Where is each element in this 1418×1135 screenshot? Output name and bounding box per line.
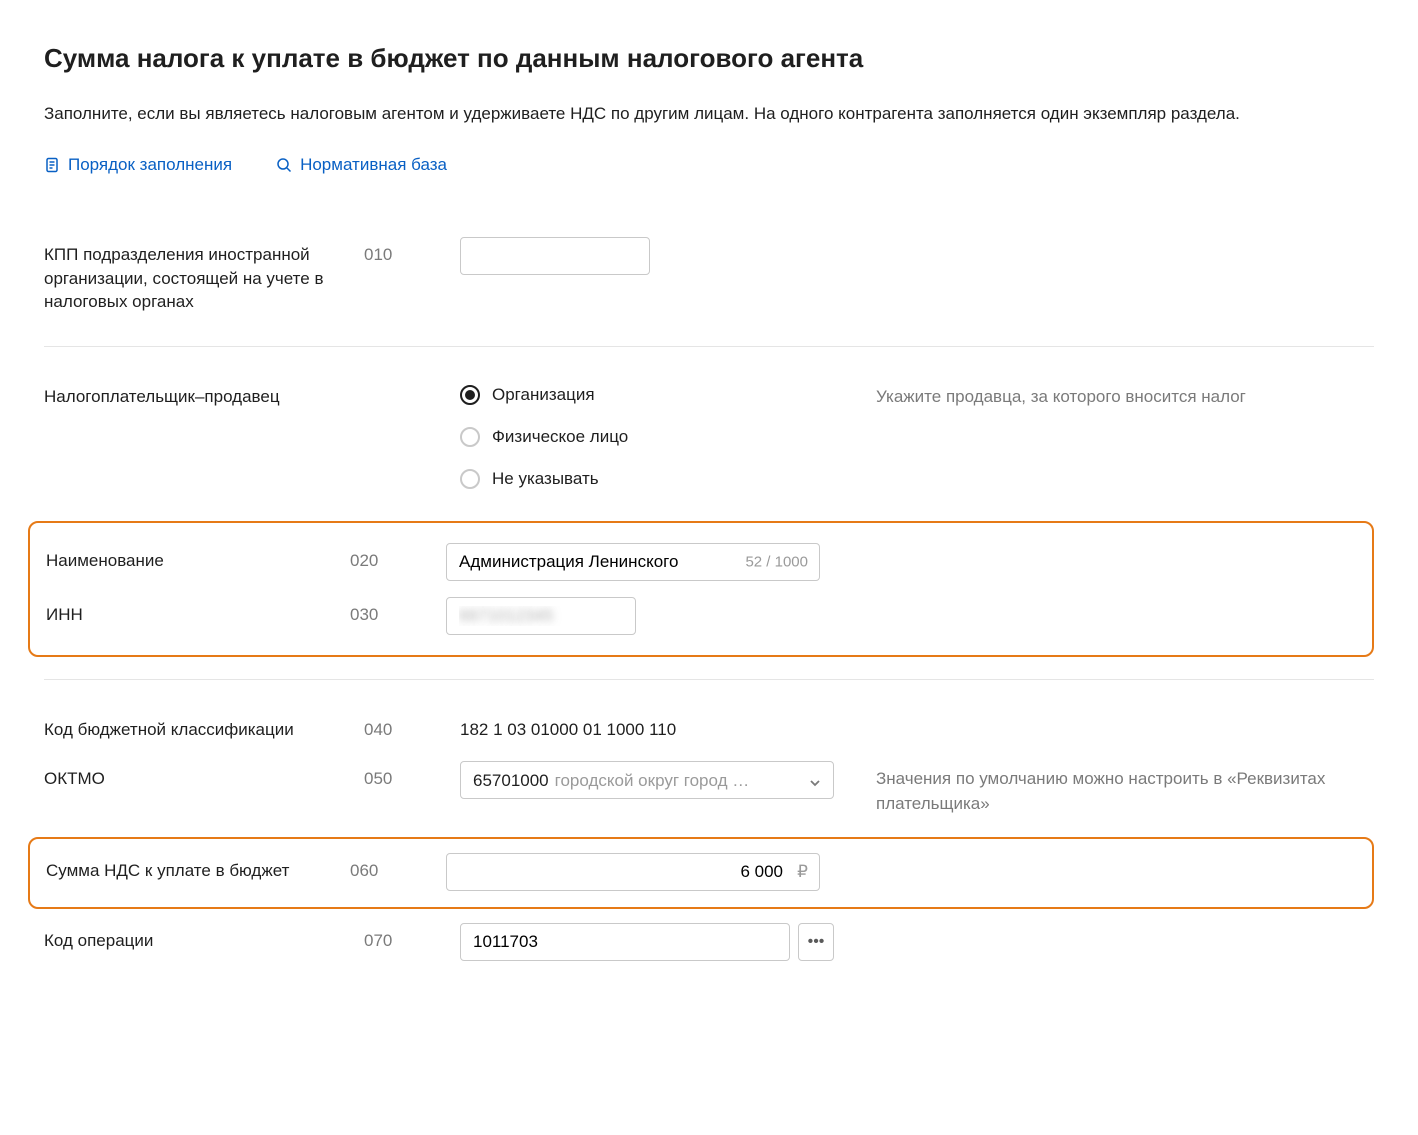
- inn-code: 030: [350, 597, 446, 627]
- radio-organization[interactable]: Организация: [460, 383, 834, 407]
- radio-indicator-icon: [460, 469, 480, 489]
- divider: [44, 679, 1374, 680]
- name-label: Наименование: [46, 543, 350, 573]
- radio-none[interactable]: Не указывать: [460, 467, 834, 491]
- radio-person-label: Физическое лицо: [492, 425, 628, 449]
- op-code-label: Код операции: [44, 923, 364, 953]
- radio-organization-label: Организация: [492, 383, 595, 407]
- search-icon: [276, 157, 292, 173]
- oktmo-row: ОКТМО 050 65701000 городской округ город…: [44, 751, 1374, 826]
- kpp-code: 010: [364, 237, 460, 267]
- oktmo-selected-code: 65701000: [473, 769, 549, 793]
- op-code-picker-button[interactable]: •••: [798, 923, 834, 961]
- oktmo-code: 050: [364, 761, 460, 791]
- radio-person[interactable]: Физическое лицо: [460, 425, 834, 449]
- op-code-row: Код операции 070 •••: [44, 913, 1374, 971]
- op-code-input[interactable]: [460, 923, 790, 961]
- kpp-label: КПП подразделения иностранной организаци…: [44, 237, 364, 314]
- chevron-down-icon: [808, 773, 822, 787]
- kpp-input[interactable]: [460, 237, 650, 275]
- oktmo-hint: Значения по умолчанию можно настроить в …: [834, 761, 1374, 816]
- oktmo-select[interactable]: 65701000 городской округ город …: [460, 761, 834, 799]
- oktmo-label: ОКТМО: [44, 761, 364, 791]
- nds-sum-row: Сумма НДС к уплате в бюджет 060 ₽: [46, 851, 1356, 895]
- kbk-row: Код бюджетной классификации 040 182 1 03…: [44, 702, 1374, 752]
- legal-base-label: Нормативная база: [300, 153, 447, 177]
- seller-type-row: Налогоплательщик–продавец Организация Фи…: [44, 369, 1374, 500]
- name-input[interactable]: [446, 543, 820, 581]
- seller-type-label: Налогоплательщик–продавец: [44, 379, 364, 409]
- kbk-value: 182 1 03 01000 01 1000 110: [460, 712, 834, 742]
- nds-sum-code: 060: [350, 853, 446, 883]
- name-code: 020: [350, 543, 446, 573]
- document-icon: [44, 157, 60, 173]
- radio-indicator-icon: [460, 385, 480, 405]
- kbk-code: 040: [364, 712, 460, 742]
- inn-label: ИНН: [46, 597, 350, 627]
- inn-row: ИНН 030: [46, 589, 1356, 643]
- name-row: Наименование 020 52 / 1000: [46, 535, 1356, 589]
- page-title: Сумма налога к уплате в бюджет по данным…: [44, 40, 1374, 76]
- kpp-row: КПП подразделения иностранной организаци…: [44, 227, 1374, 324]
- seller-details-group: Наименование 020 52 / 1000 ИНН 030: [28, 521, 1374, 657]
- fill-order-link[interactable]: Порядок заполнения: [44, 153, 232, 177]
- nds-sum-group: Сумма НДС к уплате в бюджет 060 ₽: [28, 837, 1374, 909]
- kbk-label: Код бюджетной классификации: [44, 712, 364, 742]
- page-description: Заполните, если вы являетесь налоговым а…: [44, 102, 1374, 127]
- ellipsis-icon: •••: [808, 933, 825, 951]
- inn-input[interactable]: [446, 597, 636, 635]
- radio-none-label: Не указывать: [492, 467, 599, 491]
- nds-sum-input[interactable]: [446, 853, 820, 891]
- op-code-code: 070: [364, 923, 460, 953]
- oktmo-selected-name: городской округ город …: [555, 769, 750, 793]
- radio-indicator-icon: [460, 427, 480, 447]
- nds-sum-label: Сумма НДС к уплате в бюджет: [46, 853, 350, 883]
- legal-base-link[interactable]: Нормативная база: [276, 153, 447, 177]
- fill-order-label: Порядок заполнения: [68, 153, 232, 177]
- seller-type-hint: Укажите продавца, за которого вносится н…: [834, 379, 1374, 410]
- divider: [44, 346, 1374, 347]
